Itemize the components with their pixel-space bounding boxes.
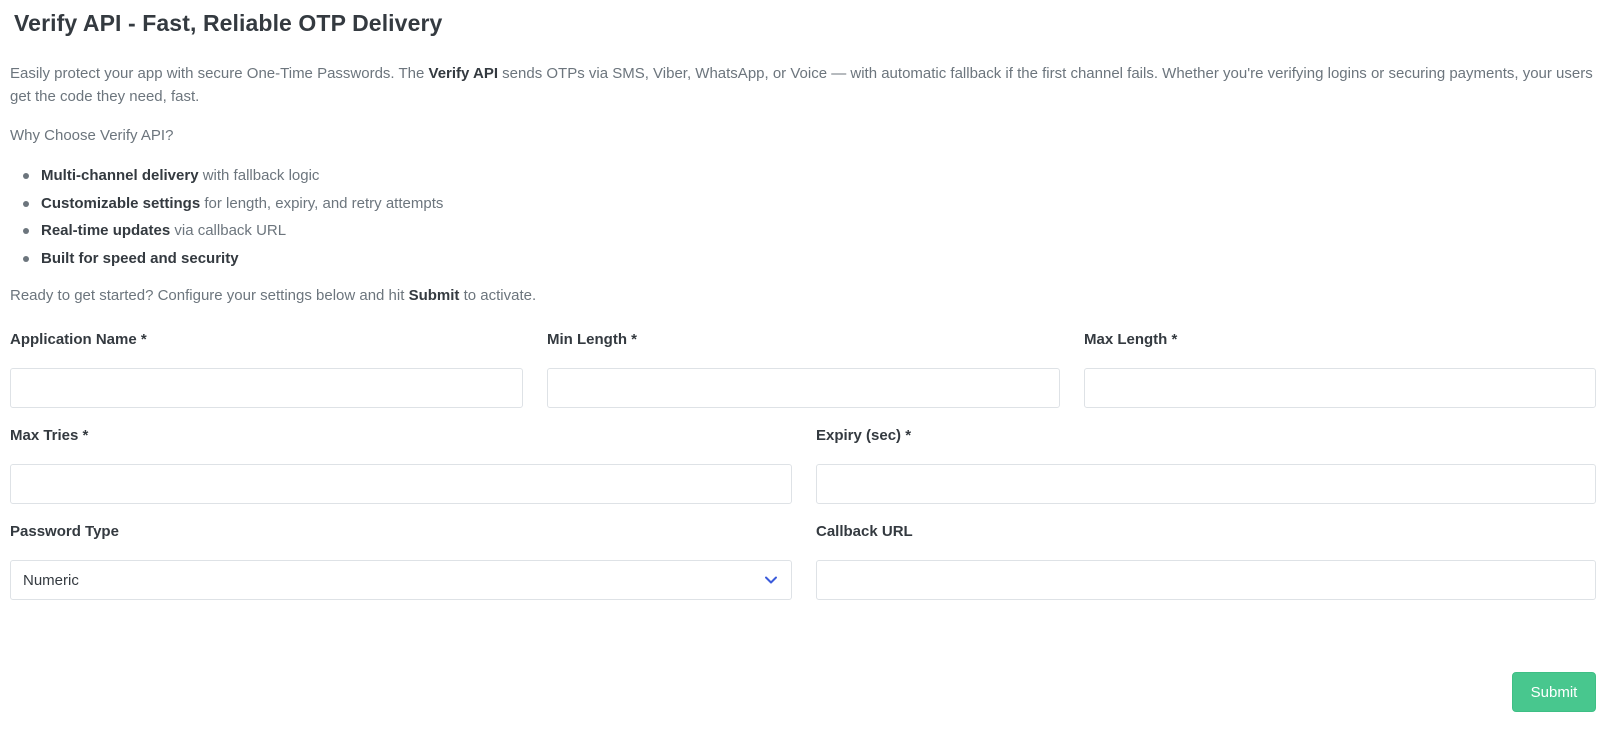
feature-bold: Built for speed and security <box>41 249 239 267</box>
max-length-input[interactable] <box>1084 368 1596 408</box>
list-item: Customizable settings for length, expiry… <box>22 190 444 218</box>
feature-rest: with fallback logic <box>198 167 320 184</box>
feature-rest: via callback URL <box>170 222 287 239</box>
feature-bold: Multi-channel delivery <box>41 167 199 184</box>
list-item: Built for speed and security <box>22 245 443 273</box>
intro-text-start: Easily protect your app with secure One-… <box>10 65 429 82</box>
callback-url-label: Callback URL <box>816 523 913 540</box>
max-length-label: Max Length * <box>1084 331 1178 348</box>
why-heading: Why Choose Verify API? <box>10 127 174 144</box>
chevron-down-icon <box>763 572 779 588</box>
password-type-selected-value: Numeric <box>23 571 79 589</box>
app-name-label: Application Name * <box>10 331 147 348</box>
submit-button[interactable]: Submit <box>1512 672 1596 712</box>
expiry-label: Expiry (sec) * <box>816 427 912 444</box>
max-tries-label: Max Tries * <box>10 427 89 444</box>
expiry-input[interactable] <box>816 464 1596 504</box>
password-type-label: Password Type <box>10 523 119 540</box>
max-tries-input[interactable] <box>10 464 792 504</box>
ready-text-start: Ready to get started? Configure your set… <box>10 287 409 304</box>
ready-text-end: to activate. <box>459 287 537 304</box>
password-type-select[interactable]: Numeric <box>10 560 792 600</box>
list-item: Real-time updates via callback URL <box>22 217 443 245</box>
page-title: Verify API - Fast, Reliable OTP Delivery <box>14 10 443 36</box>
intro-paragraph: Easily protect your app with secure One-… <box>10 62 1596 108</box>
min-length-input[interactable] <box>547 368 1060 408</box>
feature-bold: Customizable settings <box>41 194 201 212</box>
feature-rest: for length, expiry, and retry attempts <box>200 194 444 212</box>
app-name-input[interactable] <box>10 368 523 408</box>
feature-bold: Real-time updates <box>41 222 171 239</box>
feature-list: Multi-channel delivery with fallback log… <box>10 162 443 272</box>
intro-text-bold: Verify API <box>428 65 498 82</box>
callback-url-input[interactable] <box>816 560 1596 600</box>
min-length-label: Min Length * <box>547 331 637 348</box>
ready-paragraph: Ready to get started? Configure your set… <box>10 284 536 307</box>
list-item: Multi-channel delivery with fallback log… <box>22 162 443 190</box>
ready-text-bold: Submit <box>408 287 460 304</box>
